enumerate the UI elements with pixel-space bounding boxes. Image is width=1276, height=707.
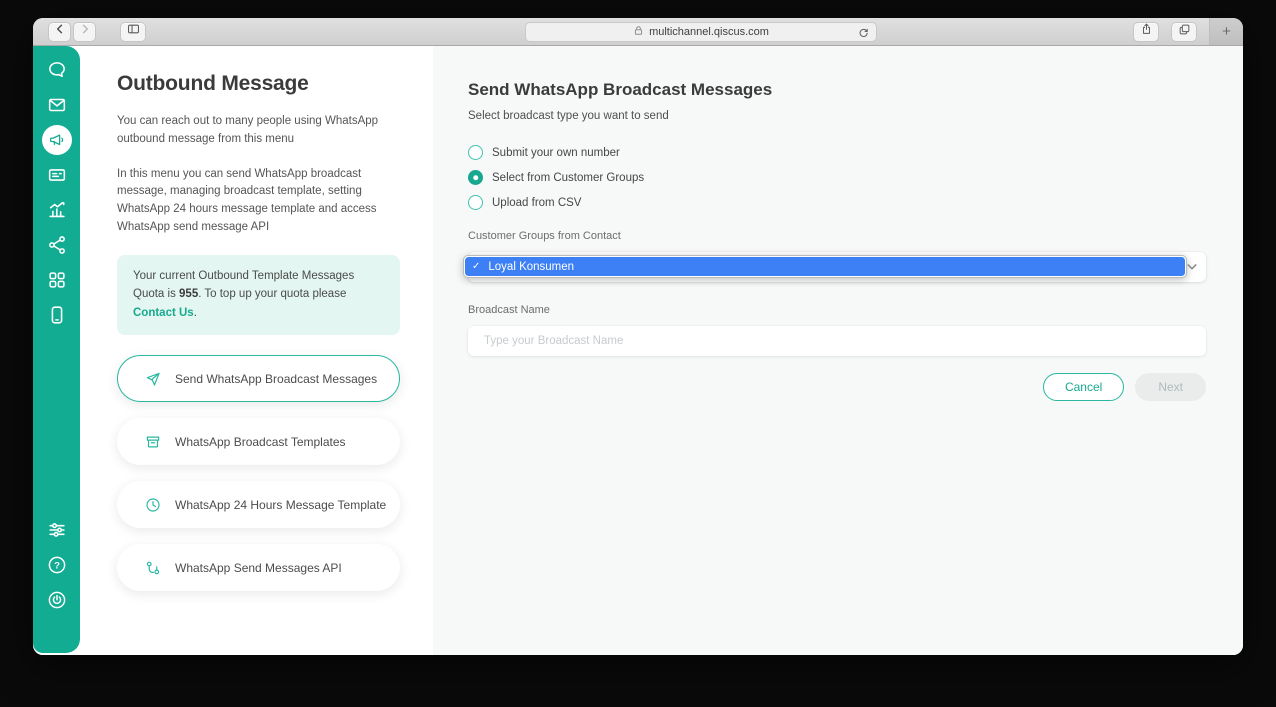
- sidebar-item-logout[interactable]: [45, 588, 69, 612]
- megaphone-icon: [48, 131, 66, 149]
- address-bar[interactable]: multichannel.qiscus.com: [525, 22, 877, 42]
- radio-customer-groups[interactable]: Select from Customer Groups: [468, 170, 1206, 185]
- share-icon: [1140, 22, 1153, 41]
- svg-text:?: ?: [54, 560, 60, 571]
- clock-icon: [144, 496, 162, 514]
- forward-button[interactable]: [73, 22, 96, 42]
- quota-text-3: .: [194, 307, 197, 319]
- quota-notice: Your current Outbound Template Messages …: [117, 255, 400, 335]
- form-subtitle: Select broadcast type you want to send: [468, 110, 1206, 122]
- desktop-background: multichannel.qiscus.com: [0, 0, 1276, 707]
- menu-item-label: WhatsApp Send Messages API: [175, 561, 342, 575]
- select-option-loyal-konsumen[interactable]: ✓ Loyal Konsumen: [465, 257, 1185, 276]
- select-open-popup: ✓ Loyal Konsumen: [463, 255, 1187, 278]
- customer-groups-label: Customer Groups from Contact: [468, 230, 1206, 242]
- sidebar-item-apps[interactable]: [45, 268, 69, 292]
- menu-item-send-api[interactable]: WhatsApp Send Messages API: [117, 544, 400, 591]
- next-button[interactable]: Next: [1135, 373, 1206, 401]
- sidebar-item-outbound-message[interactable]: [42, 125, 72, 155]
- menu-item-broadcast-templates[interactable]: WhatsApp Broadcast Templates: [117, 418, 400, 465]
- form-title: Send WhatsApp Broadcast Messages: [468, 80, 1206, 100]
- radio-submit-own-number[interactable]: Submit your own number: [468, 145, 1206, 160]
- menu-item-send-broadcast[interactable]: Send WhatsApp Broadcast Messages: [117, 355, 400, 402]
- chevron-right-icon: [78, 22, 92, 41]
- mobile-icon: [46, 304, 68, 326]
- sidebar-item-analytics[interactable]: [45, 198, 69, 222]
- radio-label: Select from Customer Groups: [492, 172, 644, 184]
- plus-icon: +: [1222, 23, 1231, 40]
- share-nodes-icon: [46, 234, 68, 256]
- page-content: ? Outbound Message You can reach out to …: [33, 46, 1243, 655]
- sidebar-item-inbox[interactable]: [45, 93, 69, 117]
- broadcast-name-label: Broadcast Name: [468, 304, 1206, 316]
- radio-label: Submit your own number: [492, 147, 620, 159]
- contact-us-link[interactable]: Contact Us: [133, 307, 194, 319]
- chevron-left-icon: [53, 22, 67, 41]
- check-icon: ✓: [472, 261, 480, 272]
- radio-circle-checked[interactable]: [468, 170, 483, 185]
- panel-description: In this menu you can send WhatsApp broad…: [117, 166, 400, 237]
- panel-title: Outbound Message: [117, 72, 400, 96]
- radio-label: Upload from CSV: [492, 197, 581, 209]
- paper-plane-icon: [144, 370, 162, 388]
- menu-item-label: Send WhatsApp Broadcast Messages: [175, 372, 377, 386]
- menu-item-24h-template[interactable]: WhatsApp 24 Hours Message Template: [117, 481, 400, 528]
- broadcast-type-group: Submit your own number Select from Custo…: [468, 145, 1206, 210]
- url-text: multichannel.qiscus.com: [649, 26, 769, 38]
- selected-group-text: Loyal Konsumen: [488, 261, 574, 273]
- quota-text-2: . To top up your quota please: [198, 288, 346, 300]
- new-tab-button[interactable]: +: [1209, 18, 1243, 45]
- analytics-icon: [46, 199, 68, 221]
- api-icon: [144, 559, 162, 577]
- sidebar-item-settings[interactable]: [45, 518, 69, 542]
- power-icon: [46, 589, 68, 611]
- browser-window: multichannel.qiscus.com: [33, 18, 1243, 655]
- browser-toolbar: multichannel.qiscus.com: [33, 18, 1243, 46]
- padlock-icon: [633, 25, 644, 39]
- share-button[interactable]: [1133, 22, 1159, 42]
- sliders-icon: [46, 519, 68, 541]
- menu-item-label: WhatsApp Broadcast Templates: [175, 435, 346, 449]
- sidebar-toggle-icon: [126, 22, 141, 41]
- outbound-message-panel: Outbound Message You can reach out to ma…: [80, 46, 433, 655]
- broadcast-name-input[interactable]: [468, 326, 1206, 356]
- mail-icon: [46, 94, 68, 116]
- customer-groups-select[interactable]: ✓ Loyal Konsumen: [468, 252, 1206, 282]
- app-sidebar: ?: [33, 46, 80, 653]
- tabs-icon: [1178, 23, 1191, 41]
- sidebar-item-qiscus-logo[interactable]: [45, 58, 69, 82]
- reload-icon[interactable]: [857, 26, 870, 42]
- sidebar-bottom-group: ?: [45, 518, 69, 653]
- radio-circle[interactable]: [468, 195, 483, 210]
- qiscus-logo: [46, 59, 68, 81]
- broadcast-form: Send WhatsApp Broadcast Messages Select …: [433, 46, 1243, 655]
- sidebar-item-integration[interactable]: [45, 233, 69, 257]
- sidebar-toggle-button[interactable]: [120, 22, 146, 42]
- radio-circle[interactable]: [468, 145, 483, 160]
- id-card-icon: [46, 164, 68, 186]
- broadcast-template-icon: [144, 433, 162, 451]
- tab-overview-button[interactable]: [1171, 22, 1197, 42]
- sidebar-item-help[interactable]: ?: [45, 553, 69, 577]
- radio-upload-csv[interactable]: Upload from CSV: [468, 195, 1206, 210]
- panel-intro: You can reach out to many people using W…: [117, 113, 400, 149]
- back-button[interactable]: [48, 22, 71, 42]
- sidebar-item-contacts[interactable]: [45, 163, 69, 187]
- outbound-menu: Send WhatsApp Broadcast Messages WhatsAp…: [117, 355, 400, 591]
- toolbar-right-buttons: +: [1133, 18, 1243, 45]
- sidebar-item-mobile[interactable]: [45, 303, 69, 327]
- nav-buttons: [48, 22, 96, 42]
- help-icon: ?: [46, 554, 68, 576]
- menu-item-label: WhatsApp 24 Hours Message Template: [175, 498, 386, 512]
- form-actions: Cancel Next: [468, 373, 1206, 401]
- quota-value: 955: [179, 288, 198, 300]
- chevron-down-icon: [1187, 264, 1197, 271]
- cancel-button[interactable]: Cancel: [1043, 373, 1124, 401]
- apps-grid-icon: [46, 269, 68, 291]
